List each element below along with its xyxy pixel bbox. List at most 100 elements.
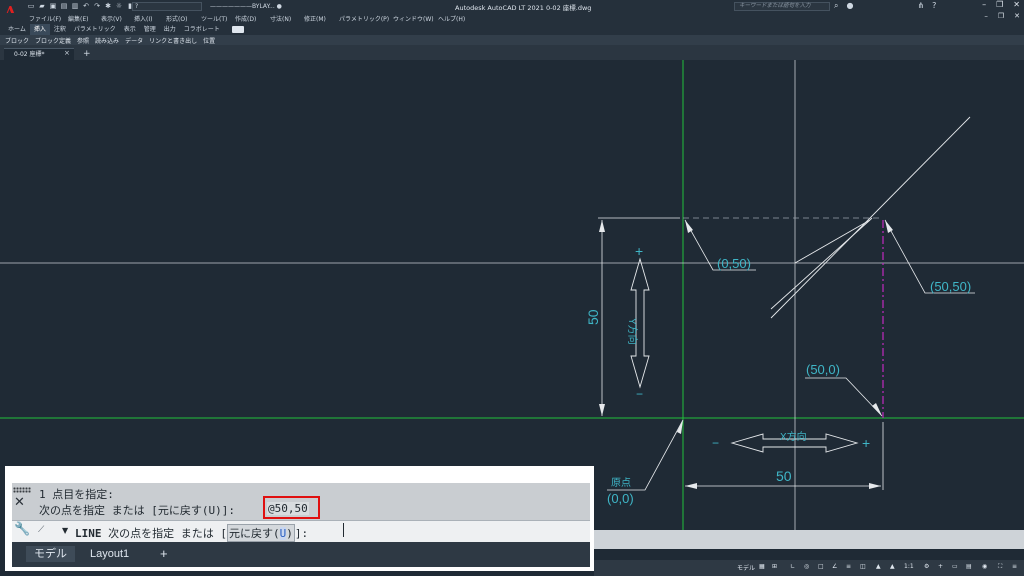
annotation-visibility-icon[interactable]: ▲ <box>876 563 881 570</box>
chevron-down-icon[interactable]: ▼ <box>62 526 68 535</box>
user-icon[interactable]: ● <box>846 1 853 11</box>
panel-block-definition[interactable]: ブロック定義 <box>32 36 74 45</box>
x-direction-label: X方向 <box>780 430 807 443</box>
search-icon[interactable]: ⌕ <box>834 1 838 11</box>
transparency-icon[interactable]: ◫ <box>860 563 866 570</box>
menu-parametric[interactable]: パラメトリック(P) <box>339 14 389 23</box>
dim-arrow-up <box>599 220 605 232</box>
tab-home[interactable]: ホーム <box>4 24 30 35</box>
quick-properties-icon[interactable]: ▤ <box>966 563 972 570</box>
doc-minimize-icon[interactable]: – <box>984 12 988 20</box>
status-scale[interactable]: 1:1 <box>904 563 914 570</box>
command-prompt[interactable]: LINE 次の点を指定 または [元に戻す(U)]: <box>75 524 308 542</box>
close-icon[interactable]: ✕ <box>1013 0 1020 9</box>
undo-option[interactable]: 元に戻す(U) <box>227 524 295 542</box>
label-50-50: (50,50) <box>930 279 971 294</box>
autoscale-icon[interactable]: ▲ <box>890 563 895 570</box>
menu-modify[interactable]: 修正(M) <box>304 14 326 23</box>
drawing-canvas[interactable]: 50 50 Y方向 + − X方向 + − (0,50) (50,50) (50… <box>0 60 1024 530</box>
history-line-1: 1 点目を指定: <box>39 488 114 501</box>
restore-icon[interactable]: ❐ <box>996 0 1003 9</box>
doc-close-icon[interactable]: ✕ <box>1014 12 1020 20</box>
menu-edit[interactable]: 編集(E) <box>68 14 88 23</box>
polar-icon[interactable]: ◎ <box>804 563 809 570</box>
lightbulb-icon[interactable]: ✱ <box>104 2 112 10</box>
x-minus-sign: − <box>712 436 719 450</box>
plus-icon[interactable]: + <box>938 563 943 570</box>
status-model[interactable]: モデル <box>737 563 755 572</box>
tab-annotate[interactable]: 注釈 <box>50 24 70 35</box>
search-input[interactable]: キーワードまたは語句を入力 <box>734 2 830 11</box>
dim-horizontal-text: 50 <box>776 468 792 484</box>
tab-insert[interactable]: 挿入 <box>29 24 50 35</box>
panel-data[interactable]: データ <box>122 36 146 45</box>
grid-icon[interactable]: ▦ <box>759 563 765 570</box>
sun-icon[interactable]: ☼ <box>115 2 123 10</box>
dim-arrow-right <box>869 483 881 489</box>
tab-output[interactable]: 出力 <box>160 24 180 35</box>
diagonal-line-short <box>770 219 871 310</box>
otrack-icon[interactable]: ∠ <box>832 563 837 570</box>
wrench-icon[interactable]: 🔧 <box>14 522 30 537</box>
window-title: Autodesk AutoCAD LT 2021 0-02 座標.dwg <box>455 4 592 12</box>
snap-icon[interactable]: ⊞ <box>772 563 777 570</box>
units-icon[interactable]: ▭ <box>952 563 958 570</box>
menu-help[interactable]: ヘルプ(H) <box>438 14 465 23</box>
panel-location[interactable]: 位置 <box>200 36 218 45</box>
menu-file[interactable]: ファイル(F) <box>29 14 61 23</box>
panel-reference[interactable]: 参照 <box>74 36 92 45</box>
undo-icon[interactable]: ↶ <box>82 2 90 10</box>
open-folder-icon[interactable]: ▰ <box>38 2 46 10</box>
menu-insert[interactable]: 挿入(I) <box>134 14 152 23</box>
menu-window[interactable]: ウィンドウ(W) <box>393 14 434 23</box>
redo-icon[interactable]: ↷ <box>93 2 101 10</box>
panel-import[interactable]: 読み込み <box>92 36 122 45</box>
menu-draw[interactable]: 作成(D) <box>235 14 256 23</box>
tab-layout1[interactable]: Layout1 <box>82 546 137 562</box>
print-icon[interactable]: ▥ <box>71 2 79 10</box>
share-icon[interactable]: ⋔ <box>917 1 924 11</box>
tab-collaborate[interactable]: コラボレート <box>180 24 224 35</box>
tab-parametric[interactable]: パラメトリック <box>70 24 120 35</box>
layer-dropdown[interactable]: ? <box>132 2 202 11</box>
new-tab-icon[interactable]: + <box>83 49 91 59</box>
ortho-icon[interactable]: ∟ <box>790 563 795 570</box>
linetype-dropdown[interactable]: ———————BYLAY... ● <box>210 2 282 11</box>
ribbon-toggle-icon[interactable] <box>231 26 244 33</box>
new-file-icon[interactable]: ▭ <box>27 2 35 10</box>
menu-format[interactable]: 形式(O) <box>166 14 187 23</box>
minimize-icon[interactable]: – <box>982 0 986 9</box>
isolate-icon[interactable]: ◉ <box>982 563 987 570</box>
label-origin: (0,0) <box>607 491 634 506</box>
tab-model[interactable]: モデル <box>26 546 75 562</box>
menu-tools[interactable]: ツール(T) <box>201 14 227 23</box>
customize-icon[interactable]: ≡ <box>1012 563 1017 570</box>
osnap-icon[interactable]: □ <box>818 563 824 570</box>
save-as-icon[interactable]: ▤ <box>60 2 68 10</box>
menu-dimension[interactable]: 寸法(N) <box>270 14 291 23</box>
workspace-gear-icon[interactable]: ⚙ <box>924 563 929 570</box>
help-icon[interactable]: ? <box>932 1 936 11</box>
add-layout-icon[interactable]: + <box>152 546 176 562</box>
command-close-icon[interactable]: ✕ <box>14 495 25 510</box>
tab-manage[interactable]: 管理 <box>140 24 160 35</box>
leader-0-50-arrow <box>685 220 693 233</box>
doc-restore-icon[interactable]: ❐ <box>998 12 1004 20</box>
menu-view[interactable]: 表示(V) <box>101 14 122 23</box>
y-plus-sign: + <box>635 243 643 259</box>
label-origin-title: 原点 <box>611 477 631 489</box>
file-tab-close-icon[interactable]: × <box>64 49 70 57</box>
tab-view[interactable]: 表示 <box>120 24 140 35</box>
panel-block[interactable]: ブロック <box>2 36 32 45</box>
fullscreen-icon[interactable]: ⛶ <box>998 563 1002 571</box>
save-icon[interactable]: ▣ <box>49 2 57 10</box>
horizontal-scrollbar[interactable] <box>594 530 1024 549</box>
grip-handle-icon[interactable] <box>13 487 31 493</box>
lineweight-icon[interactable]: ≡ <box>846 563 851 570</box>
leader-50-0 <box>805 377 883 417</box>
text-cursor <box>343 523 344 537</box>
leader-50-0-arrow <box>872 403 882 416</box>
panel-link-export[interactable]: リンクと書き出し <box>146 36 200 45</box>
command-recent-icon[interactable]: ⟋ <box>38 525 44 535</box>
y-direction-label: Y方向 <box>626 318 639 345</box>
